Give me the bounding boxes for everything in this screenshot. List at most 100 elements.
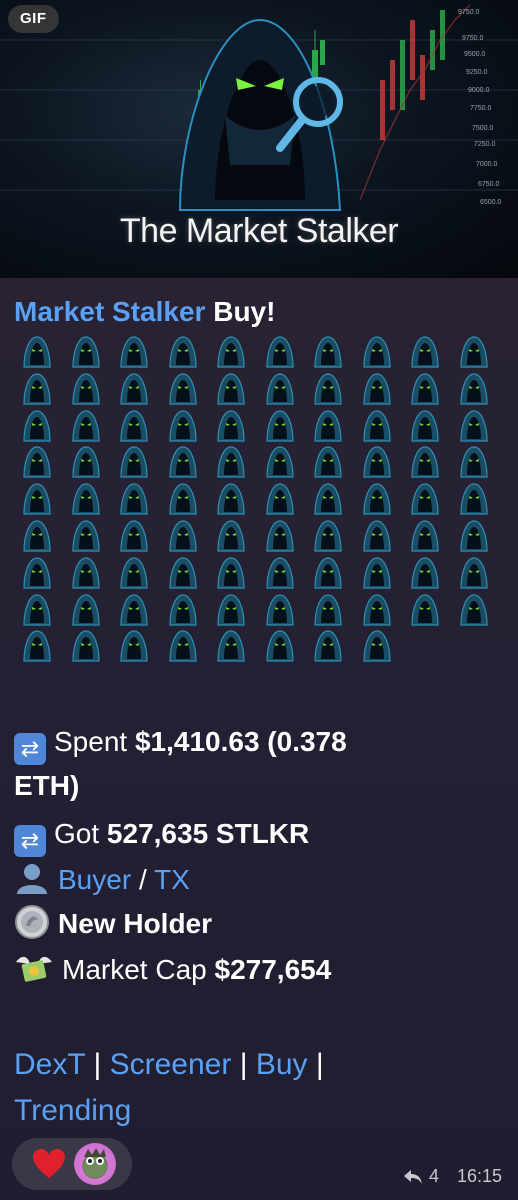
hood-emoji-icon bbox=[314, 336, 342, 368]
hood-emoji-icon bbox=[314, 630, 342, 662]
hood-emoji-icon bbox=[120, 336, 148, 368]
hood-emoji-icon bbox=[217, 630, 245, 662]
hood-emoji-icon bbox=[23, 373, 51, 405]
mcap-value: $277,654 bbox=[214, 954, 332, 985]
hood-emoji-icon bbox=[23, 409, 51, 442]
spent-label: Spent bbox=[54, 726, 128, 757]
hood-emoji-icon bbox=[217, 593, 245, 626]
hood-emoji-icon bbox=[459, 336, 488, 368]
hood-emoji-icon bbox=[265, 336, 294, 368]
hood-emoji-icon bbox=[168, 593, 197, 626]
reply-arrow-icon bbox=[403, 1169, 422, 1184]
holder-line: New Holder bbox=[14, 904, 212, 944]
hood-emoji-icon bbox=[265, 483, 294, 515]
hood-emoji-icon bbox=[120, 630, 148, 662]
hood-emoji-icon bbox=[459, 446, 488, 478]
hood-emoji-icon bbox=[265, 593, 294, 626]
spent-line: ⇄ Spent $1,410.63 (0.378 bbox=[14, 722, 347, 765]
message-heading: Market Stalker Buy! bbox=[14, 296, 275, 328]
svg-text:7250.0: 7250.0 bbox=[474, 141, 496, 148]
slash-separator: / bbox=[138, 864, 147, 895]
hood-emoji-icon bbox=[168, 446, 197, 478]
hood-emoji-icon bbox=[362, 520, 391, 552]
got-label: Got bbox=[54, 818, 100, 849]
hood-emoji-icon bbox=[362, 373, 391, 405]
hood-emoji-icon bbox=[217, 446, 245, 478]
hood-emoji-icon bbox=[265, 373, 294, 405]
hood-emoji-icon bbox=[265, 557, 294, 589]
hood-emoji-icon bbox=[411, 373, 439, 405]
gif-banner[interactable]: 9750.0 9750.0 9500.0 9250.0 9000.0 7750.… bbox=[0, 0, 518, 278]
hood-emoji-icon bbox=[411, 483, 439, 515]
spent-line-cont: ETH) bbox=[14, 766, 79, 806]
hood-emoji-icon bbox=[411, 336, 439, 368]
hood-emoji-icon bbox=[459, 520, 488, 552]
hood-emoji-icon bbox=[459, 483, 488, 515]
hood-emoji-icon bbox=[362, 630, 391, 662]
hood-emoji-icon bbox=[459, 593, 488, 626]
svg-text:9000.0: 9000.0 bbox=[468, 87, 490, 94]
hood-emoji-icon bbox=[168, 483, 197, 515]
spent-value: $1,410.63 (0.378 bbox=[134, 726, 347, 757]
silver-coin-icon bbox=[15, 905, 49, 939]
hood-emoji-icon bbox=[71, 593, 100, 626]
hood-emoji-icon bbox=[362, 409, 391, 442]
hood-emoji-icon bbox=[217, 336, 245, 368]
hood-emoji-icon bbox=[314, 520, 342, 552]
quick-links: DexT | Screener | Buy | Trending bbox=[14, 1042, 504, 1134]
gif-badge: GIF bbox=[8, 5, 59, 33]
hood-emoji-icon bbox=[217, 520, 245, 552]
hood-emoji-icon bbox=[459, 557, 488, 589]
hood-emoji-icon bbox=[362, 483, 391, 515]
svg-text:9250.0: 9250.0 bbox=[466, 69, 488, 76]
buy-link[interactable]: Buy bbox=[256, 1048, 308, 1081]
trending-link[interactable]: Trending bbox=[14, 1094, 131, 1127]
hood-emoji-icon bbox=[71, 446, 100, 478]
hood-emoji-icon bbox=[314, 446, 342, 478]
got-line: ⇄ Got 527,635 STLKR bbox=[14, 814, 309, 857]
tx-link[interactable]: TX bbox=[154, 864, 190, 895]
hood-emoji-icon bbox=[411, 409, 439, 442]
bust-silhouette-icon bbox=[17, 864, 47, 894]
hood-emoji-icon bbox=[168, 520, 197, 552]
svg-text:7750.0: 7750.0 bbox=[470, 105, 492, 112]
mcap-line: Market Cap $277,654 bbox=[14, 950, 331, 990]
hood-emoji-icon bbox=[217, 373, 245, 405]
svg-text:7000.0: 7000.0 bbox=[476, 161, 498, 168]
hood-emoji-icon bbox=[314, 593, 342, 626]
hood-emoji-icon bbox=[411, 557, 439, 589]
hood-emoji-icon bbox=[314, 557, 342, 589]
buyer-line: Buyer / TX bbox=[14, 860, 190, 900]
hood-emoji-icon bbox=[362, 446, 391, 478]
hood-emoji-icon bbox=[71, 336, 100, 368]
spent-value-cont: ETH) bbox=[14, 770, 80, 801]
hood-emoji-icon bbox=[217, 483, 245, 515]
hood-emoji-icon bbox=[71, 630, 100, 662]
hood-emoji-icon bbox=[71, 409, 100, 442]
hood-emoji-icon bbox=[23, 446, 51, 478]
hood-emoji-icon bbox=[168, 557, 197, 589]
link-separator: | bbox=[239, 1048, 248, 1081]
hood-emoji-icon bbox=[120, 409, 148, 442]
buyer-link[interactable]: Buyer bbox=[58, 864, 131, 895]
dext-link[interactable]: DexT bbox=[14, 1048, 85, 1081]
hood-emoji-icon bbox=[23, 483, 51, 515]
hood-emoji-icon bbox=[411, 446, 439, 478]
reaction-pill[interactable] bbox=[12, 1138, 132, 1190]
hood-emoji-icon bbox=[265, 446, 294, 478]
market-stalker-link[interactable]: Market Stalker bbox=[14, 296, 205, 327]
buy-label: Buy! bbox=[205, 296, 276, 327]
reactor-avatar[interactable] bbox=[74, 1143, 116, 1185]
screener-link[interactable]: Screener bbox=[110, 1048, 232, 1081]
banner-title: The Market Stalker bbox=[119, 212, 399, 250]
svg-text:9750.0: 9750.0 bbox=[458, 9, 480, 16]
hood-emoji-icon bbox=[459, 373, 488, 405]
svg-text:9750.0: 9750.0 bbox=[462, 35, 484, 42]
hood-emoji-icon bbox=[168, 373, 197, 405]
hood-emoji-icon bbox=[23, 336, 51, 368]
hood-emoji-icon bbox=[362, 557, 391, 589]
hood-emoji-icon bbox=[411, 520, 439, 552]
hood-emoji-icon bbox=[71, 520, 100, 552]
link-separator: | bbox=[93, 1048, 102, 1081]
hood-emoji-icon bbox=[168, 409, 197, 442]
